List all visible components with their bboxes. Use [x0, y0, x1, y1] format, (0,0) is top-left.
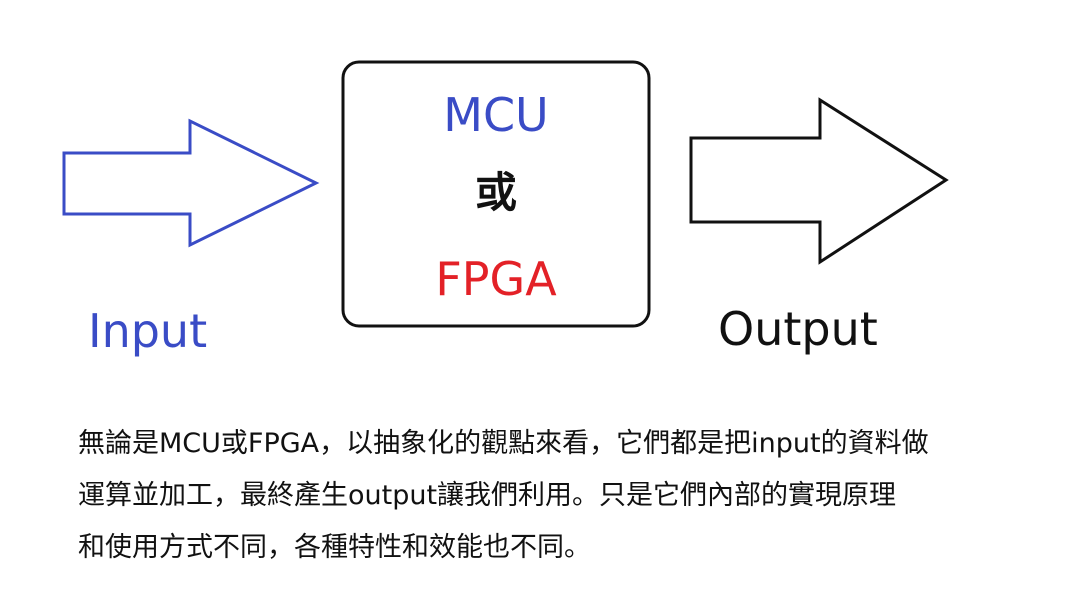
- box-fpga-label: FPGA: [435, 252, 557, 306]
- description-text: 無論是MCU或FPGA，以抽象化的觀點來看，它們都是把input的資料做 運算並…: [78, 418, 1068, 574]
- box-or-label: 或: [474, 168, 517, 217]
- input-arrow-icon: [62, 118, 320, 248]
- output-label: Output: [718, 302, 878, 356]
- description-line: 和使用方式不同，各種特性和效能也不同。: [78, 532, 591, 563]
- description-line: 運算並加工，最終產生output讓我們利用。只是它們內部的實現原理: [78, 480, 897, 511]
- box-mcu-label: MCU: [443, 88, 549, 142]
- description-line: 無論是MCU或FPGA，以抽象化的觀點來看，它們都是把input的資料做: [78, 428, 929, 459]
- input-label: Input: [88, 304, 208, 358]
- output-arrow-icon: [689, 97, 949, 265]
